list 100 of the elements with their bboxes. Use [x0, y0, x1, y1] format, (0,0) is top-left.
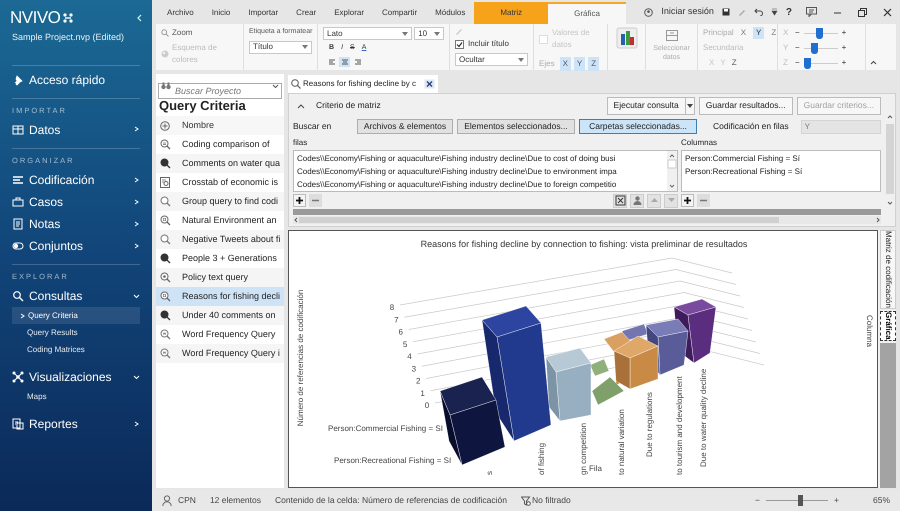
caret-down-icon [402, 32, 408, 36]
align-button[interactable] [339, 56, 350, 66]
user-icon [162, 495, 172, 506]
query-item[interactable]: Policy text query [156, 268, 284, 287]
sidebar-item[interactable]: Visualizaciones [0, 366, 152, 388]
binoculars-icon [161, 82, 171, 90]
run-query-button[interactable]: Ejecutar consulta [606, 96, 686, 114]
item-count: 12 elementos [210, 494, 261, 507]
column-header: Nombre [182, 118, 214, 132]
axis-tick-label: 6 [398, 328, 403, 336]
list-row[interactable]: Person:Recreational Fishing = Sí [685, 165, 877, 178]
search-field[interactable]: Buscar Proyecto [158, 83, 282, 99]
zoom-out-button[interactable]: − [755, 494, 760, 507]
sidebar-subitem[interactable]: Coding Matrices [12, 341, 140, 358]
query-item[interactable]: Reasons for fishing decli [156, 287, 284, 306]
plus-button[interactable]: + [842, 57, 846, 69]
scope-button[interactable]: Archivos & elementos [357, 119, 453, 134]
slider-thumb[interactable] [816, 28, 823, 38]
label-dropdown[interactable]: Título [249, 40, 312, 54]
help-button[interactable]: ? [786, 4, 792, 20]
ribbon-tab[interactable]: Crear [287, 2, 326, 24]
add-button[interactable] [681, 194, 694, 207]
zoom-button[interactable]: Zoom [161, 27, 238, 39]
sidebar-item[interactable]: Consultas [0, 285, 152, 308]
sidebar-item[interactable]: Notas [0, 213, 152, 235]
align-button[interactable] [352, 56, 363, 66]
sidebar-item[interactable]: Casos [0, 191, 152, 213]
side-tab[interactable]: Matriz de codificación [880, 230, 896, 309]
dropdown-button[interactable] [686, 96, 695, 114]
axis-toggle[interactable]: X [738, 27, 750, 39]
query-item[interactable]: Comments on water qua [156, 154, 284, 173]
slider-thumb[interactable] [810, 42, 818, 54]
axis-toggle[interactable]: Z [732, 57, 737, 69]
query-item[interactable]: Word Frequency Query i [156, 344, 284, 363]
query-item[interactable]: Group query to find codi [156, 192, 284, 211]
axis-toggle[interactable]: Z [768, 27, 780, 39]
search-icon [161, 29, 169, 37]
scope-button[interactable]: Elementos seleccionados... [457, 119, 575, 134]
sidebar-item[interactable]: Datos [0, 118, 152, 141]
axis-toggle[interactable]: Z [588, 57, 600, 71]
axis-tick-label: 4 [407, 352, 412, 361]
sidebar-item[interactable]: Codificación [0, 169, 152, 191]
tool-button[interactable] [613, 194, 627, 208]
sign-in-link[interactable]: Iniciar sesión [661, 5, 714, 19]
ribbon-tab[interactable]: Inicio [202, 2, 240, 24]
collapse-chevron-icon [136, 14, 142, 22]
pane-title: Query Criteria [158, 98, 247, 113]
user-circle-icon [644, 8, 654, 16]
scope-button[interactable]: Carpetas seleccionadas... [579, 119, 697, 134]
sidebar-item[interactable]: Conjuntos [0, 235, 152, 257]
minus-button[interactable]: − [795, 27, 800, 39]
query-icon [160, 234, 171, 245]
query-item[interactable]: Negative Tweets about fi [156, 230, 284, 249]
font-dropdown[interactable]: Lato [323, 27, 412, 40]
legend-dropdown[interactable]: Ocultar [455, 53, 528, 66]
axis-toggle[interactable]: X [560, 57, 571, 71]
list-row[interactable]: Person:Commercial Fishing = Sí [685, 152, 877, 165]
axis-toggle[interactable]: Y [753, 27, 764, 39]
ribbon-tab[interactable]: Compartir [372, 2, 426, 24]
font-size-dropdown[interactable]: 10 [414, 27, 444, 40]
save-results-button[interactable]: Guardar resultados... [698, 96, 793, 114]
sidebar-item[interactable]: Acceso rápido [0, 68, 152, 90]
slider-thumb[interactable] [804, 58, 812, 68]
axis-title: Fila [589, 464, 602, 473]
ribbon-tab[interactable]: Importar [239, 2, 288, 24]
minus-button[interactable]: − [795, 42, 800, 54]
sidebar-subitem[interactable]: Query Results [12, 324, 140, 342]
ribbon-tab[interactable]: Archivo [158, 2, 203, 24]
query-item[interactable]: Under 40 comments on [156, 306, 284, 325]
plus-button[interactable]: + [842, 42, 846, 54]
ribbon-tab[interactable]: Explorar [325, 2, 373, 24]
query-icon [160, 196, 171, 207]
side-tab[interactable]: Gráfica [880, 310, 896, 340]
ribbon-tab[interactable]: Matriz [474, 2, 548, 24]
rotation-slider[interactable] [804, 42, 838, 54]
list-row[interactable]: Codes\\Economy\Fishing or aquaculture\Fishing industry decline\Due to cost of doing busi [297, 152, 664, 165]
checkbox[interactable] [455, 40, 464, 48]
slider-thumb[interactable] [798, 495, 804, 506]
plus-button[interactable]: + [842, 27, 846, 39]
report-icon [12, 418, 24, 430]
rotation-slider[interactable] [804, 28, 838, 38]
ribbon-tab[interactable]: Gráfica [548, 2, 626, 24]
document-tab[interactable]: Reasons for fishing decline by c [288, 75, 438, 93]
ribbon-tab[interactable]: Módulos [426, 2, 474, 24]
add-button[interactable] [293, 194, 306, 207]
cell-content: Contenido de la celda: Número de referencias de codificación [275, 494, 507, 507]
minus-button[interactable]: − [795, 57, 800, 69]
sidebar-subitem[interactable]: Maps [12, 388, 140, 406]
axis-toggle[interactable]: Y [574, 57, 586, 71]
list-row[interactable]: Codes\\Economy\Fishing or aquaculture\Fishing industry decline\Due to foreign competitio [297, 178, 664, 191]
rotation-slider[interactable] [804, 58, 838, 68]
sidebar-subitem[interactable]: Query Criteria [12, 307, 140, 324]
pencil-icon [455, 27, 463, 35]
zoom-in-button[interactable]: + [834, 494, 839, 507]
app-logo: NVIVO [10, 9, 60, 26]
chevron-right-icon [133, 126, 140, 134]
sidebar-item[interactable]: Reportes [0, 413, 152, 436]
align-button[interactable] [326, 56, 337, 66]
list-row[interactable]: Codes\\Economy\Fishing or aquaculture\Fishing industry decline\Due to environment impa [297, 165, 664, 178]
zoom-slider[interactable] [766, 495, 828, 506]
